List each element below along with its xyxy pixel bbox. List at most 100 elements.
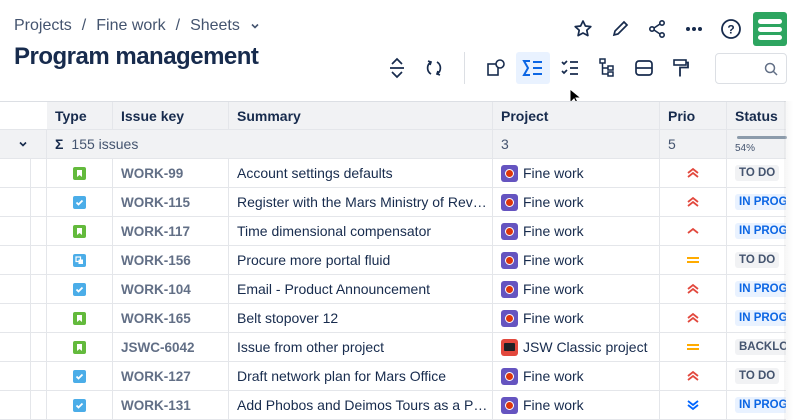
breadcrumb-sheets[interactable]: Sheets <box>190 17 240 35</box>
table-row[interactable]: WORK-117 Time dimensional compensator Fi… <box>0 217 786 246</box>
table-row[interactable]: WORK-127 Draft network plan for Mars Off… <box>0 362 786 391</box>
expand-collapse-icon[interactable] <box>380 52 414 84</box>
status-cell[interactable]: IN PROG <box>727 217 786 245</box>
summary-cell[interactable]: Issue from other project <box>229 333 493 361</box>
project-name: Fine work <box>523 310 584 326</box>
table-row[interactable]: WORK-99 Account settings defaults Fine w… <box>0 159 786 188</box>
summary-cell[interactable]: Procure more portal fluid <box>229 246 493 274</box>
priority-highest-icon[interactable] <box>660 188 727 216</box>
summary-cell[interactable]: Email - Product Announcement <box>229 275 493 303</box>
table-header: Type Issue key Summary Project Prio Stat… <box>0 101 786 130</box>
column-header-type[interactable]: Type <box>47 102 113 129</box>
paint-roller-icon[interactable] <box>664 52 698 84</box>
row-gutter[interactable] <box>0 246 47 275</box>
collapse-chevron-icon[interactable] <box>0 130 47 158</box>
issue-key-link[interactable]: WORK-115 <box>113 188 229 216</box>
table-row[interactable]: JSWC-6042 Issue from other project JSW C… <box>0 333 786 362</box>
priority-highest-icon[interactable] <box>660 304 727 332</box>
row-gutter[interactable] <box>0 391 47 420</box>
search-input[interactable] <box>715 52 787 84</box>
breadcrumb-projects[interactable]: Projects <box>14 17 72 35</box>
project-cell[interactable]: Fine work <box>493 159 660 187</box>
issue-key-link[interactable]: WORK-117 <box>113 217 229 245</box>
row-gutter[interactable] <box>0 217 47 246</box>
row-gutter[interactable] <box>0 362 47 391</box>
summary-cell[interactable]: Register with the Mars Ministry of Rev… <box>229 188 493 216</box>
timeline-icon[interactable] <box>479 52 513 84</box>
row-gutter[interactable] <box>0 188 47 217</box>
project-name: Fine work <box>523 165 584 181</box>
priority-medium-icon[interactable] <box>660 333 727 361</box>
summary-cell[interactable]: Add Phobos and Deimos Tours as a P… <box>229 391 493 419</box>
project-cell[interactable]: Fine work <box>493 246 660 274</box>
story-type-icon <box>73 166 86 180</box>
project-cell[interactable]: Fine work <box>493 217 660 245</box>
priority-highest-icon[interactable] <box>660 362 727 390</box>
column-header-issue-key[interactable]: Issue key <box>113 102 229 129</box>
summary-cell[interactable]: Belt stopover 12 <box>229 304 493 332</box>
project-name: Fine work <box>523 281 584 297</box>
summary-cell[interactable]: Time dimensional compensator <box>229 217 493 245</box>
row-height-icon[interactable] <box>627 52 661 84</box>
breadcrumb: Projects / Fine work / Sheets <box>14 17 260 35</box>
status-cell[interactable]: TO DO <box>727 362 786 390</box>
sum-columns-icon[interactable] <box>516 52 550 84</box>
project-name: Fine work <box>523 252 584 268</box>
status-cell[interactable]: TO DO <box>727 246 786 274</box>
project-count: 3 <box>493 130 660 158</box>
priority-medium-icon[interactable] <box>660 246 727 274</box>
column-header-prio[interactable]: Prio <box>660 102 727 129</box>
refresh-icon[interactable] <box>417 52 451 84</box>
summary-cell[interactable]: Account settings defaults <box>229 159 493 187</box>
status-cell[interactable]: IN PROG <box>727 304 786 332</box>
checklist-icon[interactable] <box>553 52 587 84</box>
priority-lowest-icon[interactable] <box>660 391 727 419</box>
issue-key-link[interactable]: WORK-165 <box>113 304 229 332</box>
summary-cell[interactable]: Draft network plan for Mars Office <box>229 362 493 390</box>
issue-key-link[interactable]: WORK-156 <box>113 246 229 274</box>
project-avatar-icon <box>501 338 518 356</box>
row-gutter[interactable] <box>0 159 47 188</box>
row-gutter[interactable] <box>0 275 47 304</box>
project-cell[interactable]: Fine work <box>493 275 660 303</box>
help-icon[interactable]: ? <box>712 14 749 44</box>
project-cell[interactable]: Fine work <box>493 304 660 332</box>
issue-key-link[interactable]: JSWC-6042 <box>113 333 229 361</box>
hierarchy-icon[interactable] <box>590 52 624 84</box>
status-cell[interactable]: BACKLO <box>727 333 786 361</box>
table-row[interactable]: WORK-165 Belt stopover 12 Fine work IN P… <box>0 304 786 333</box>
status-lozenge: IN PROG <box>735 223 786 239</box>
row-gutter[interactable] <box>0 304 47 333</box>
breadcrumb-fine-work[interactable]: Fine work <box>96 17 165 35</box>
issue-key-link[interactable]: WORK-127 <box>113 362 229 390</box>
project-cell[interactable]: Fine work <box>493 362 660 390</box>
project-cell[interactable]: JSW Classic project <box>493 333 660 361</box>
status-cell[interactable]: IN PROG <box>727 391 786 419</box>
column-header-status[interactable]: Status <box>727 102 786 129</box>
table-row[interactable]: WORK-115 Register with the Mars Ministry… <box>0 188 786 217</box>
priority-highest-icon[interactable] <box>660 275 727 303</box>
chevron-down-icon[interactable] <box>250 21 260 31</box>
issue-key-link[interactable]: WORK-104 <box>113 275 229 303</box>
pencil-icon[interactable] <box>601 14 638 44</box>
project-cell[interactable]: Fine work <box>493 391 660 419</box>
table-row[interactable]: WORK-131 Add Phobos and Deimos Tours as … <box>0 391 786 420</box>
row-gutter[interactable] <box>0 333 47 362</box>
issue-key-link[interactable]: WORK-131 <box>113 391 229 419</box>
star-icon[interactable] <box>564 14 601 44</box>
project-cell[interactable]: Fine work <box>493 188 660 216</box>
share-icon[interactable] <box>638 14 675 44</box>
task-type-icon <box>73 369 86 383</box>
more-icon[interactable] <box>675 14 712 44</box>
priority-high-icon[interactable] <box>660 217 727 245</box>
project-name: Fine work <box>523 223 584 239</box>
table-row[interactable]: WORK-156 Procure more portal fluid Fine … <box>0 246 786 275</box>
priority-highest-icon[interactable] <box>660 159 727 187</box>
column-header-project[interactable]: Project <box>493 102 660 129</box>
table-row[interactable]: WORK-104 Email - Product Announcement Fi… <box>0 275 786 304</box>
column-header-summary[interactable]: Summary <box>229 102 493 129</box>
status-cell[interactable]: TO DO <box>727 159 786 187</box>
status-cell[interactable]: IN PROG <box>727 275 786 303</box>
issue-key-link[interactable]: WORK-99 <box>113 159 229 187</box>
status-cell[interactable]: IN PROG <box>727 188 786 216</box>
